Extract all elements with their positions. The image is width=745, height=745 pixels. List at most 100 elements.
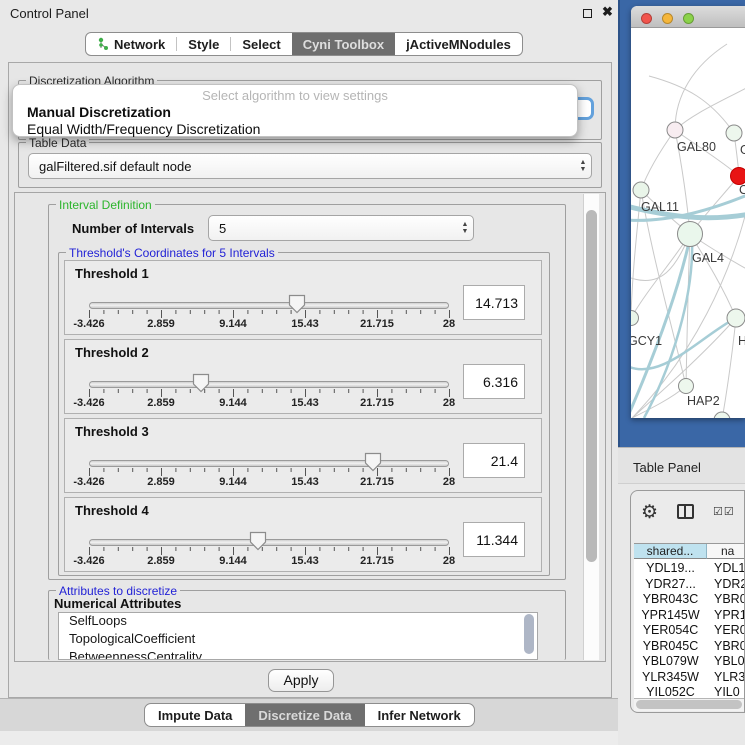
slider-track[interactable] xyxy=(89,539,449,546)
table-cell[interactable]: YBL079W xyxy=(634,654,707,669)
network-node[interactable] xyxy=(726,125,742,141)
tab-discretize-data[interactable]: Discretize Data xyxy=(245,704,364,726)
slider-tick-label: 21.715 xyxy=(360,476,394,488)
interval-definition-label: Interval Definition xyxy=(56,198,155,212)
table-cell[interactable]: YPR1 xyxy=(714,608,745,623)
threshold-panel-3: Threshold 3-3.4262.8599.14415.4321.71528… xyxy=(64,418,542,493)
zoom-traffic-light-icon[interactable] xyxy=(683,13,694,24)
slider-tick-label: 15.43 xyxy=(291,397,319,409)
table-cell[interactable]: YBR0 xyxy=(714,639,745,654)
table-cell[interactable]: YPR145W xyxy=(634,608,707,623)
slider-tick-label: 2.859 xyxy=(147,555,175,567)
attribute-list-item[interactable]: TopologicalCoefficient xyxy=(59,631,537,649)
table-cell[interactable]: YLR345W xyxy=(634,670,707,685)
numerical-attributes-list[interactable]: SelfLoopsTopologicalCoefficientBetweenne… xyxy=(58,612,538,660)
table-cell[interactable]: YLR3 xyxy=(714,670,745,685)
tab-label: Style xyxy=(188,37,219,52)
num-intervals-combobox[interactable]: 5 ▲▼ xyxy=(208,215,474,241)
network-node[interactable] xyxy=(727,309,745,327)
network-edge xyxy=(649,76,734,133)
network-node[interactable] xyxy=(679,379,694,394)
slider-tick-label: 15.43 xyxy=(291,555,319,567)
table-cell[interactable]: YDL1 xyxy=(714,561,745,576)
threshold-panel-2: Threshold 2-3.4262.8599.14415.4321.71528… xyxy=(64,339,542,414)
network-node[interactable] xyxy=(714,412,730,418)
slider-tick-label: -3.426 xyxy=(73,555,104,567)
checkbox-columns-icon[interactable]: ☑☑ xyxy=(713,505,735,518)
slider-track[interactable] xyxy=(89,460,449,467)
column-header-2[interactable]: na xyxy=(707,544,745,559)
network-node[interactable] xyxy=(631,311,639,326)
slider-handle[interactable] xyxy=(364,452,382,472)
table-cell[interactable]: YBL0 xyxy=(714,654,745,669)
table-cell[interactable]: YBR043C xyxy=(634,592,707,607)
slider-tick-label: 21.715 xyxy=(360,318,394,330)
slider-tick-label: 28 xyxy=(443,318,455,330)
network-node[interactable] xyxy=(678,222,703,247)
network-edge xyxy=(675,44,727,130)
tab-cyni-toolbox[interactable]: Cyni Toolbox xyxy=(292,33,395,55)
network-node[interactable] xyxy=(667,122,683,138)
network-node[interactable] xyxy=(731,168,745,185)
tab-network[interactable]: Network xyxy=(86,33,176,55)
tab-select[interactable]: Select xyxy=(231,33,291,55)
split-view-icon[interactable] xyxy=(677,504,694,519)
threshold-label: Threshold 1 xyxy=(75,266,149,281)
close-traffic-light-icon[interactable] xyxy=(641,13,652,24)
table-data-combobox[interactable]: galFiltered.sif default node ▲▼ xyxy=(28,153,592,179)
slider-ticks xyxy=(89,389,450,398)
table-panel-box: ⚙ ☑☑ shared...naYDL19... YDL1 YDR27... YDR2… xyxy=(630,490,745,713)
network-node-label: GCY1 xyxy=(631,334,662,348)
attribute-list-item[interactable]: SelfLoops xyxy=(59,613,537,631)
tab-impute-data[interactable]: Impute Data xyxy=(145,704,245,726)
threshold-value-field[interactable]: 21.4 xyxy=(463,443,525,478)
algorithm-dropdown-popup: Select algorithm to view settings Manual… xyxy=(12,84,578,137)
slider-tick-label: 15.43 xyxy=(291,318,319,330)
network-node[interactable] xyxy=(633,182,649,198)
float-window-icon[interactable] xyxy=(583,9,592,18)
slider-track[interactable] xyxy=(89,302,449,309)
threshold-panel-1: Threshold 1-3.4262.8599.14415.4321.71528… xyxy=(64,260,542,335)
tab-jactivemnodules[interactable]: jActiveMNodules xyxy=(395,33,522,55)
slider-handle[interactable] xyxy=(288,294,306,314)
threshold-value-field[interactable]: 14.713 xyxy=(463,285,525,320)
threshold-panel-4: Threshold 4-3.4262.8599.14415.4321.71528… xyxy=(64,497,542,572)
gear-icon[interactable]: ⚙ xyxy=(641,501,658,524)
network-node-label: GAL80 xyxy=(677,140,716,154)
tab-style[interactable]: Style xyxy=(177,33,230,55)
vertical-scrollbar-thumb[interactable] xyxy=(586,210,597,562)
tab-infer-network[interactable]: Infer Network xyxy=(365,704,474,726)
bottom-tab-bar: Impute DataDiscretize DataInfer Network xyxy=(144,703,475,727)
table-cell[interactable]: YBR0 xyxy=(714,592,745,607)
table-cell[interactable]: YDL19... xyxy=(634,561,707,576)
algorithm-option[interactable]: Equal Width/Frequency Discretization xyxy=(27,121,260,137)
num-intervals-value: 5 xyxy=(209,221,457,236)
slider-handle[interactable] xyxy=(249,531,267,551)
network-window-titlebar[interactable] xyxy=(631,6,745,28)
column-header-1[interactable]: shared... xyxy=(634,544,707,559)
thresholds-group-label: Threshold's Coordinates for 5 Intervals xyxy=(66,246,278,260)
threshold-value-field[interactable]: 6.316 xyxy=(463,364,525,399)
close-icon[interactable]: ✖ xyxy=(602,4,613,20)
network-node-label: GA xyxy=(740,143,745,157)
table-cell[interactable]: YER0 xyxy=(714,623,745,638)
threshold-value-field[interactable]: 11.344 xyxy=(463,522,525,557)
network-window: GAL80GACGAL11GAL4GCY1HHAP2 xyxy=(631,6,745,418)
table-cell[interactable]: YBR045C xyxy=(634,639,707,654)
slider-handle[interactable] xyxy=(192,373,210,393)
attributes-scrollbar-thumb[interactable] xyxy=(524,614,534,654)
stepper-arrows-icon: ▲▼ xyxy=(457,221,473,235)
table-cell[interactable]: YDR27... xyxy=(634,577,707,592)
minimize-traffic-light-icon[interactable] xyxy=(662,13,673,24)
slider-tick-label: 21.715 xyxy=(360,555,394,567)
network-canvas[interactable]: GAL80GACGAL11GAL4GCY1HHAP2 xyxy=(631,28,745,418)
table-cell[interactable]: YER054C xyxy=(634,623,707,638)
algorithm-option[interactable]: Manual Discretization xyxy=(27,104,171,120)
slider-tick-label: -3.426 xyxy=(73,476,104,488)
apply-button[interactable]: Apply xyxy=(268,669,334,692)
table-cell[interactable]: YDR2 xyxy=(714,577,745,592)
attribute-list-item[interactable]: BetweennessCentrality xyxy=(59,649,537,660)
slider-track[interactable] xyxy=(89,381,449,388)
horizontal-scrollbar-thumb[interactable] xyxy=(636,700,742,709)
bottom-margin xyxy=(0,731,618,745)
